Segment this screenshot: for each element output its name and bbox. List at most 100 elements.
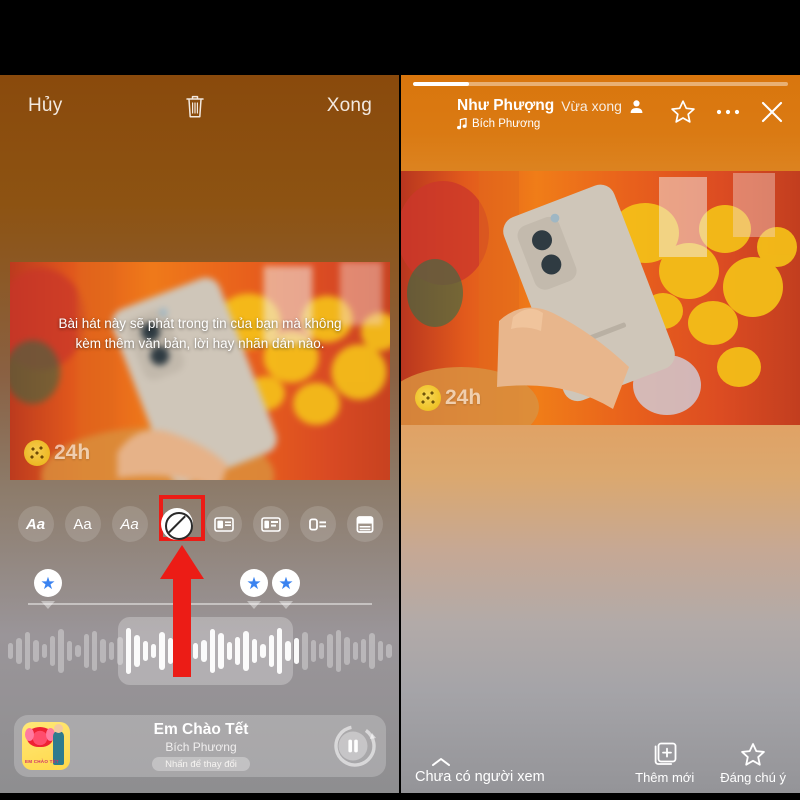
add-card-icon — [651, 741, 679, 767]
layout-split-card-button[interactable] — [205, 506, 242, 542]
text-style-regular-label: Aa — [73, 515, 92, 533]
story-progress-fill — [413, 82, 470, 86]
waveform-bar — [361, 639, 367, 663]
watermark-24h: 24h — [415, 385, 481, 411]
watermark-label: 24h — [54, 441, 91, 464]
annotation-arrow — [160, 545, 204, 677]
story-progress-bar[interactable] — [413, 82, 788, 86]
waveform-bar — [33, 640, 39, 662]
waveform-bar — [50, 636, 56, 666]
viewers-block[interactable]: Chưa có người xem — [415, 757, 609, 785]
star-outline-icon — [740, 742, 766, 767]
waveform-bar — [285, 641, 291, 661]
story-viewer-panel: 24h Như Phượng Vừa xong Bích Phương Chưa… — [401, 75, 800, 793]
star-outline-icon[interactable] — [670, 99, 696, 125]
editor-header: Hủy Xong — [0, 75, 400, 137]
chevron-up-icon[interactable] — [431, 757, 609, 767]
viewer-header: Như Phượng Vừa xong Bích Phương — [401, 97, 800, 130]
waveform-bar — [66, 641, 73, 661]
waveform-bar — [260, 644, 266, 658]
waveform-bar — [108, 642, 115, 660]
waveform-bar — [117, 637, 123, 665]
text-style-italic-label: Aa — [120, 515, 139, 533]
text-style-regular-button[interactable]: Aa — [64, 506, 101, 542]
timeline-marker[interactable]: ★ — [240, 569, 268, 597]
waveform-bar — [58, 629, 64, 673]
star-marker-icon: ★ — [40, 573, 56, 593]
waveform-bar — [327, 634, 333, 668]
waveform-bar — [310, 640, 317, 662]
done-button[interactable]: Xong — [327, 95, 372, 117]
waveform-bar — [302, 632, 308, 670]
viewer-actions — [670, 97, 784, 125]
layout-compact-card-button[interactable] — [299, 506, 336, 542]
ellipsis-icon[interactable] — [716, 108, 740, 116]
photo-overlay-text: Bài hát này sẽ phát trong tin của bạn mà… — [58, 316, 342, 351]
layout-wide-card-button[interactable] — [252, 506, 289, 542]
viewer-topbar: Như Phượng Vừa xong Bích Phương — [401, 75, 800, 171]
waveform-bar — [352, 642, 359, 660]
watermark-logo-icon — [24, 440, 50, 466]
waveform-bar — [226, 642, 232, 660]
screenshot-root: Hủy Xong Bài hát này sẽ phát trong tin c… — [0, 0, 800, 800]
album-lion-graphic — [25, 727, 55, 747]
cancel-button[interactable]: Hủy — [28, 95, 62, 117]
waveform-bar — [377, 641, 384, 661]
timeline-marker[interactable]: ★ — [34, 569, 62, 597]
pause-button[interactable] — [332, 723, 378, 769]
song-artist-label: Bích Phương — [472, 118, 541, 130]
author-name[interactable]: Như Phượng — [457, 97, 554, 115]
watermark-label: 24h — [445, 386, 482, 409]
trash-icon[interactable] — [184, 93, 206, 119]
waveform-bar — [335, 630, 342, 672]
story-photo: 24h — [401, 171, 800, 425]
highlight-label: Đáng chú ý — [720, 770, 786, 785]
add-new-label: Thêm mới — [635, 770, 695, 785]
author-block: Như Phượng Vừa xong Bích Phương — [417, 97, 670, 130]
waveform-bar — [83, 634, 90, 668]
change-song-hint[interactable]: Nhấn để thay đổi — [152, 757, 250, 771]
watermark-24h: 24h — [24, 440, 90, 466]
star-marker-icon: ★ — [278, 573, 294, 593]
waveform-bar — [386, 644, 392, 658]
panel-divider — [399, 75, 401, 793]
waveform-bar — [234, 637, 241, 665]
waveform-bar — [369, 633, 375, 669]
waveform-bar — [142, 641, 148, 661]
highlight-button[interactable]: Đáng chú ý — [720, 742, 786, 785]
waveform-bar — [100, 639, 106, 663]
text-style-bold-label: Aa — [25, 515, 46, 533]
waveform-bar — [293, 638, 300, 664]
timeline-marker[interactable]: ★ — [272, 569, 300, 597]
waveform-bar — [319, 643, 325, 659]
viewer-bottom-bar: Chưa có người xem Thêm mới Đáng chú ý — [401, 721, 800, 793]
waveform-bar — [41, 644, 48, 658]
music-card[interactable]: EM CHÀO TẾT Em Chào Tết Bích Phương Nhấn… — [14, 715, 386, 777]
waveform-bar — [75, 645, 81, 657]
waveform-bar — [277, 628, 283, 674]
waveform-bar — [344, 637, 350, 665]
waveform-bar — [92, 631, 98, 671]
post-timestamp: Vừa xong — [561, 98, 622, 114]
song-row: Bích Phương — [457, 118, 670, 130]
add-new-button[interactable]: Thêm mới — [635, 741, 694, 785]
waveform-bar — [8, 643, 14, 659]
text-style-italic-button[interactable]: Aa — [111, 506, 148, 542]
music-note-icon — [457, 118, 467, 130]
waveform-bar — [218, 633, 224, 669]
layout-stacked-card-button[interactable] — [346, 506, 383, 542]
close-icon[interactable] — [760, 100, 784, 124]
author-row: Như Phượng Vừa xong — [457, 97, 670, 115]
album-caption: EM CHÀO TẾT — [25, 759, 59, 765]
waveform-bar — [125, 628, 132, 674]
photo-preview[interactable]: Bài hát này sẽ phát trong tin của bạn mà… — [10, 262, 390, 480]
text-style-bold-button[interactable]: Aa — [17, 506, 54, 542]
waveform-bar — [16, 638, 22, 664]
waveform-bar — [243, 631, 249, 671]
waveform-bar — [150, 644, 157, 658]
viewers-label: Chưa có người xem — [415, 769, 545, 785]
music-meta: Em Chào Tết Bích Phương Nhấn để thay đổi — [70, 721, 332, 772]
waveform-bar — [268, 635, 274, 667]
waveform-bar — [209, 629, 216, 673]
waveform-bar — [251, 639, 258, 663]
